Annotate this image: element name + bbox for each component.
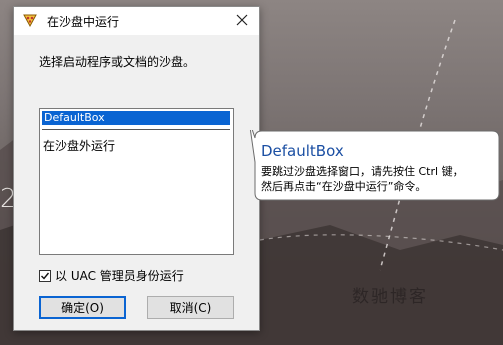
checkmark-icon — [41, 272, 50, 280]
sandbox-listbox[interactable]: DefaultBox 在沙盘外运行 — [39, 108, 234, 255]
tooltip-title: DefaultBox — [261, 142, 344, 160]
list-separator — [42, 129, 230, 130]
tooltip-line-1: 要跳过沙盘选择窗口，请先按住 Ctrl 键， — [261, 165, 464, 178]
list-item-defaultbox[interactable]: DefaultBox — [42, 111, 230, 125]
tooltip-line-2: 然后再点击“在沙盘中运行”命令。 — [261, 180, 427, 193]
prompt-text: 选择启动程序或文档的沙盘。 — [39, 55, 196, 69]
close-icon — [236, 14, 248, 29]
list-item-run-outside[interactable]: 在沙盘外运行 — [43, 137, 115, 154]
admin-checkbox[interactable] — [39, 269, 51, 282]
balloon-tooltip: DefaultBox 要跳过沙盘选择窗口，请先按住 Ctrl 键， 然后再点击“… — [248, 130, 500, 201]
dialog-title: 在沙盘中运行 — [47, 15, 120, 29]
run-sandboxed-dialog: 在沙盘中运行 选择启动程序或文档的沙盘。 DefaultBox 在沙盘外运行 以… — [13, 6, 260, 331]
close-button[interactable] — [225, 7, 259, 35]
admin-checkbox-row[interactable]: 以 UAC 管理员身份运行 — [39, 267, 184, 284]
tooltip-body: 要跳过沙盘选择窗口，请先按住 Ctrl 键， 然后再点击“在沙盘中运行”命令。 — [261, 164, 496, 194]
cancel-button[interactable]: 取消(C) — [147, 296, 234, 319]
title-bar[interactable]: 在沙盘中运行 — [14, 7, 259, 35]
watermark-text: 数驰博客 — [352, 287, 428, 307]
admin-checkbox-label: 以 UAC 管理员身份运行 — [55, 269, 184, 283]
sandbox-app-icon — [22, 12, 38, 28]
ok-button[interactable]: 确定(O) — [39, 296, 126, 319]
